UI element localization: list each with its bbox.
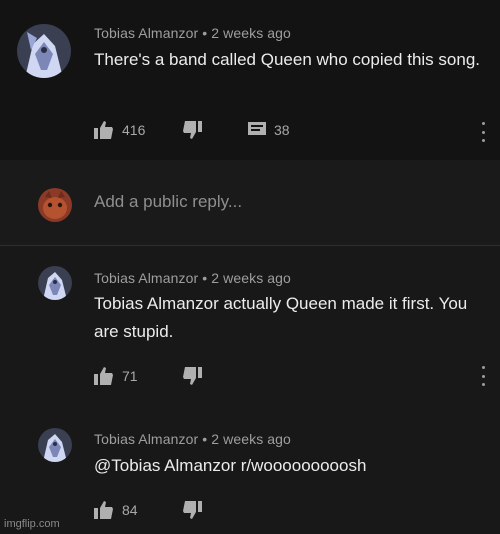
thumbs-up-icon — [94, 121, 113, 139]
user-avatar-icon — [38, 188, 72, 222]
reply-count: 38 — [274, 122, 290, 138]
comment-meta: Tobias Almanzor • 2 weeks ago — [94, 270, 291, 286]
thumbs-up-icon — [94, 501, 113, 519]
comment-text: @Tobias Almanzor r/wooooooooosh — [94, 456, 367, 475]
thumbs-up-icon — [94, 367, 113, 385]
meta-separator: • — [202, 270, 208, 286]
meta-separator: • — [202, 431, 208, 447]
comment-author[interactable]: Tobias Almanzor — [94, 270, 198, 286]
comment-meta: Tobias Almanzor • 2 weeks ago — [94, 431, 291, 447]
comment-time[interactable]: 2 weeks ago — [211, 431, 291, 447]
dislike-button[interactable] — [182, 366, 202, 386]
more-vertical-icon[interactable] — [480, 366, 486, 386]
like-button[interactable]: 71 — [94, 366, 138, 386]
view-replies-button[interactable]: 38 — [248, 120, 290, 140]
like-count: 84 — [122, 502, 138, 518]
comment-time[interactable]: 2 weeks ago — [211, 270, 291, 286]
avatar[interactable] — [17, 24, 71, 78]
like-count: 71 — [122, 368, 138, 384]
thumbs-down-icon — [183, 121, 202, 139]
comment-icon — [248, 122, 266, 135]
like-button[interactable]: 84 — [94, 500, 138, 520]
like-count: 416 — [122, 122, 146, 138]
comment-time[interactable]: 2 weeks ago — [211, 25, 291, 41]
comment-author[interactable]: Tobias Almanzor — [94, 431, 198, 447]
dislike-button[interactable] — [182, 500, 202, 520]
comment-text: Tobias Almanzor actually Queen made it f… — [94, 294, 468, 341]
comment-author[interactable]: Tobias Almanzor — [94, 25, 198, 41]
more-vertical-icon[interactable] — [480, 122, 486, 142]
comment-text: There's a band called Queen who copied t… — [94, 50, 480, 69]
comment-actions: 416 38 — [94, 120, 394, 140]
avatar[interactable] — [38, 428, 72, 462]
comment-actions: 71 — [94, 366, 394, 386]
comment-actions: 84 — [94, 500, 394, 520]
meta-separator: • — [202, 25, 208, 41]
thumbs-down-icon — [183, 501, 202, 519]
user-avatar — [38, 188, 72, 222]
avatar-icon — [17, 24, 71, 78]
reply-input[interactable]: Add a public reply... — [94, 192, 242, 212]
like-button[interactable]: 416 — [94, 120, 145, 140]
avatar-icon — [38, 428, 72, 462]
reply-box-section — [0, 160, 500, 245]
divider — [0, 245, 500, 246]
watermark: imgflip.com — [4, 518, 60, 530]
avatar[interactable] — [38, 266, 72, 300]
comment-meta: Tobias Almanzor • 2 weeks ago — [94, 25, 291, 41]
avatar-icon — [38, 266, 72, 300]
dislike-button[interactable] — [182, 120, 202, 140]
thumbs-down-icon — [183, 367, 202, 385]
